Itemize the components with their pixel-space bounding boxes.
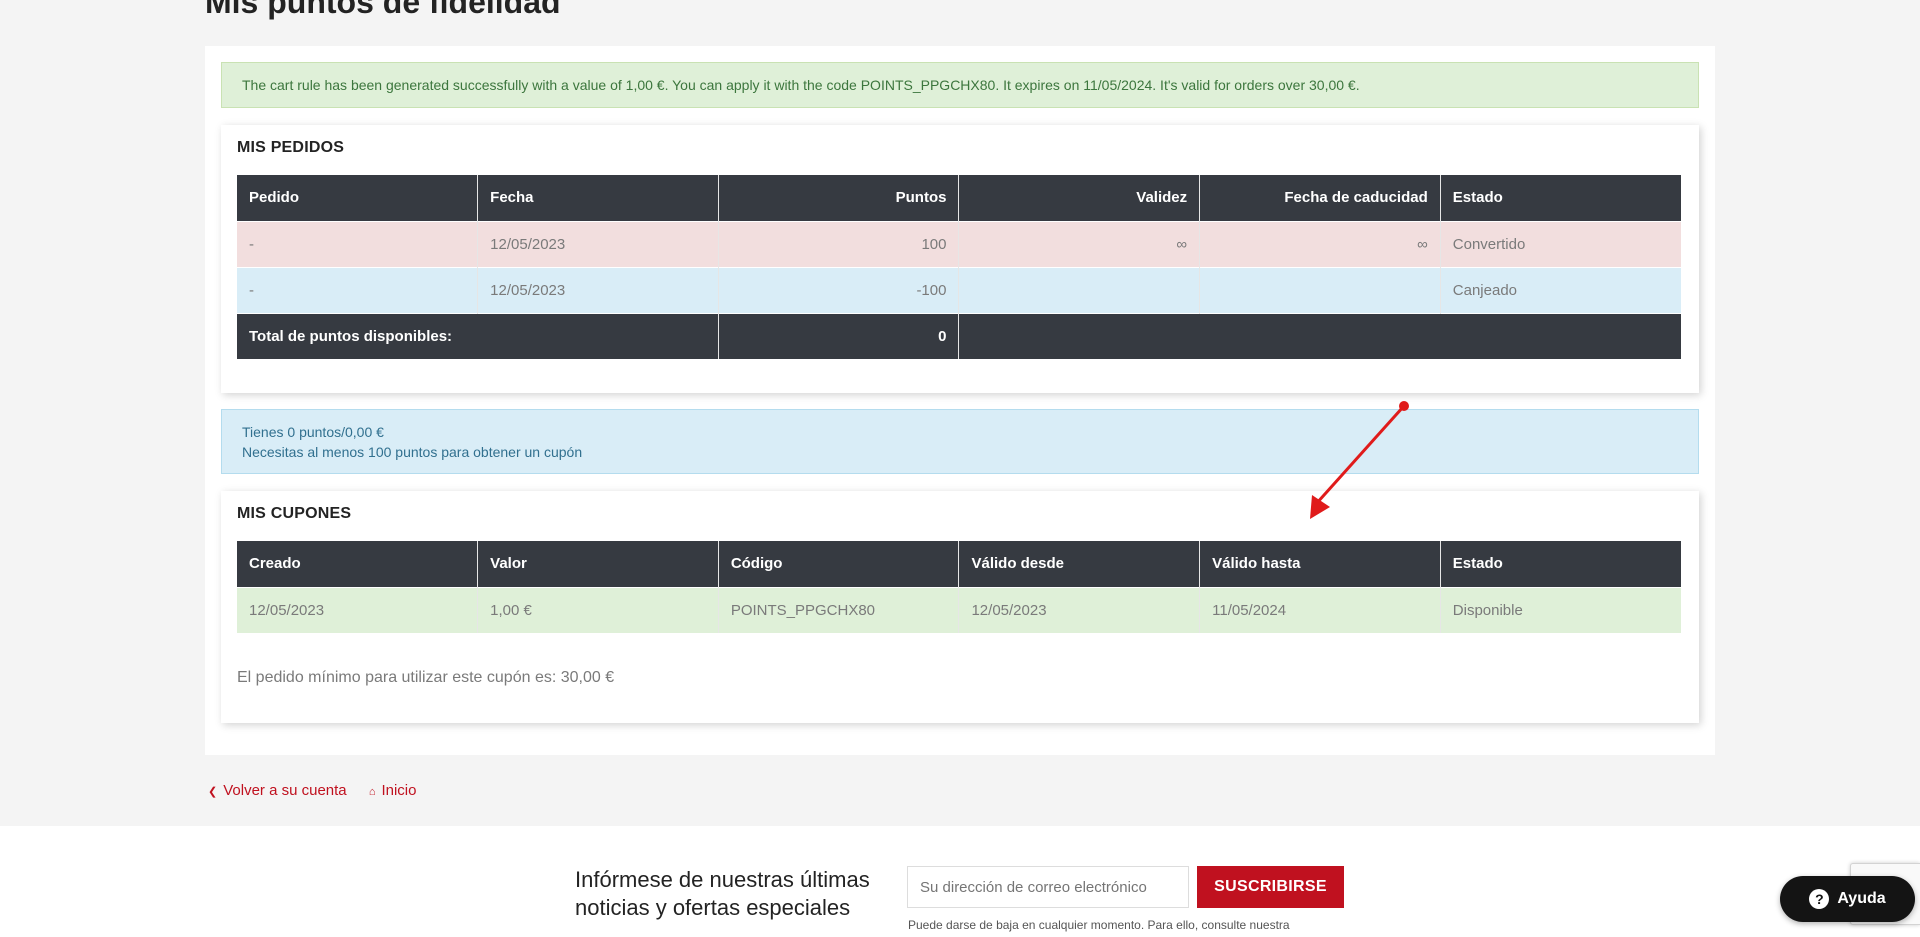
orders-table: Pedido Fecha Puntos Validez Fecha de cad… — [237, 175, 1681, 359]
back-to-account-label: Volver a su cuenta — [223, 782, 347, 799]
col-fecha: Fecha — [477, 175, 719, 221]
cell-estado: Convertido — [1440, 220, 1681, 267]
table-row: - 12/05/2023 100 ∞ ∞ Convertido — [237, 220, 1681, 267]
table-row: - 12/05/2023 -100 Canjeado — [237, 266, 1681, 313]
cell-estado: Disponible — [1440, 586, 1681, 633]
coupons-header-row: Creado Valor Código Válido desde Válido … — [237, 541, 1681, 587]
loyalty-content-card: The cart rule has been generated success… — [205, 46, 1715, 755]
cell-pedido: - — [237, 220, 479, 267]
bottom-links: ❮ Volver a su cuenta ⌂ Inicio — [208, 782, 435, 799]
table-row: 12/05/2023 1,00 € POINTS_PPGCHX80 12/05/… — [237, 586, 1681, 633]
col-estado: Estado — [1440, 541, 1681, 587]
newsletter-title: Infórmese de nuestras últimas noticias y… — [575, 867, 870, 920]
col-creado: Creado — [237, 541, 479, 587]
cell-creado: 12/05/2023 — [237, 586, 479, 633]
cell-validez: ∞ — [958, 220, 1201, 267]
cell-valido-desde: 12/05/2023 — [958, 586, 1201, 633]
home-icon: ⌂ — [368, 786, 376, 798]
subscribe-button[interactable]: SUSCRIBIRSE — [1197, 866, 1344, 908]
newsletter-email-input[interactable] — [907, 866, 1189, 908]
cell-codigo: POINTS_PPGCHX80 — [718, 586, 960, 633]
total-filler — [958, 312, 1681, 359]
annotation-arrow — [1310, 401, 1409, 519]
help-button[interactable]: ? Ayuda — [1780, 876, 1915, 922]
col-fecha-caducidad: Fecha de caducidad — [1199, 175, 1441, 221]
coupons-heading: MIS CUPONES — [237, 505, 352, 522]
page-title: Mis puntos de fidelidad — [205, 0, 561, 20]
coupons-table: Creado Valor Código Válido desde Válido … — [237, 541, 1681, 633]
col-pedido: Pedido — [237, 175, 479, 221]
cell-caducidad — [1199, 266, 1441, 313]
total-row: Total de puntos disponibles: 0 — [237, 312, 1681, 359]
cell-validez — [958, 266, 1201, 313]
cell-puntos: -100 — [718, 266, 960, 313]
cell-pedido: - — [237, 266, 479, 313]
newsletter-footer: Infórmese de nuestras últimas noticias y… — [0, 826, 1920, 937]
points-balance-text: Tienes 0 puntos/0,00 € — [242, 424, 384, 440]
cell-caducidad: ∞ — [1199, 220, 1441, 267]
question-icon: ? — [1809, 889, 1830, 909]
chevron-left-icon: ❮ — [208, 786, 218, 798]
points-info-alert: Tienes 0 puntos/0,00 € Necesitas al meno… — [221, 409, 1699, 474]
col-codigo: Código — [718, 541, 960, 587]
cell-valido-hasta: 11/05/2024 — [1199, 586, 1441, 633]
col-valido-hasta: Válido hasta — [1199, 541, 1441, 587]
points-requirement-text: Necesitas al menos 100 puntos para obten… — [242, 444, 583, 460]
cell-estado: Canjeado — [1440, 266, 1681, 313]
cell-puntos: 100 — [718, 220, 960, 267]
help-label: Ayuda — [1837, 890, 1886, 907]
cell-fecha: 12/05/2023 — [477, 220, 719, 267]
orders-section: MIS PEDIDOS Pedido Fecha Puntos Validez … — [221, 125, 1699, 393]
col-valido-desde: Válido desde — [958, 541, 1201, 587]
home-link[interactable]: ⌂ Inicio — [369, 782, 417, 799]
col-validez: Validez — [958, 175, 1201, 221]
back-to-account-link[interactable]: ❮ Volver a su cuenta — [208, 782, 347, 799]
newsletter-note: Puede darse de baja en cualquier momento… — [908, 918, 1290, 932]
cell-valor: 1,00 € — [477, 586, 719, 633]
home-label: Inicio — [381, 782, 417, 799]
total-label: Total de puntos disponibles: — [237, 312, 719, 359]
col-valor: Valor — [477, 541, 719, 587]
col-estado: Estado — [1440, 175, 1681, 221]
col-puntos: Puntos — [718, 175, 960, 221]
success-alert: The cart rule has been generated success… — [221, 62, 1699, 108]
min-order-note: El pedido mínimo para utilizar este cupó… — [237, 669, 615, 686]
orders-header-row: Pedido Fecha Puntos Validez Fecha de cad… — [237, 175, 1681, 221]
cell-fecha: 12/05/2023 — [477, 266, 719, 313]
total-value: 0 — [718, 312, 960, 359]
orders-heading: MIS PEDIDOS — [237, 139, 345, 156]
coupons-section: MIS CUPONES Creado Valor Código Válido d… — [221, 491, 1699, 723]
